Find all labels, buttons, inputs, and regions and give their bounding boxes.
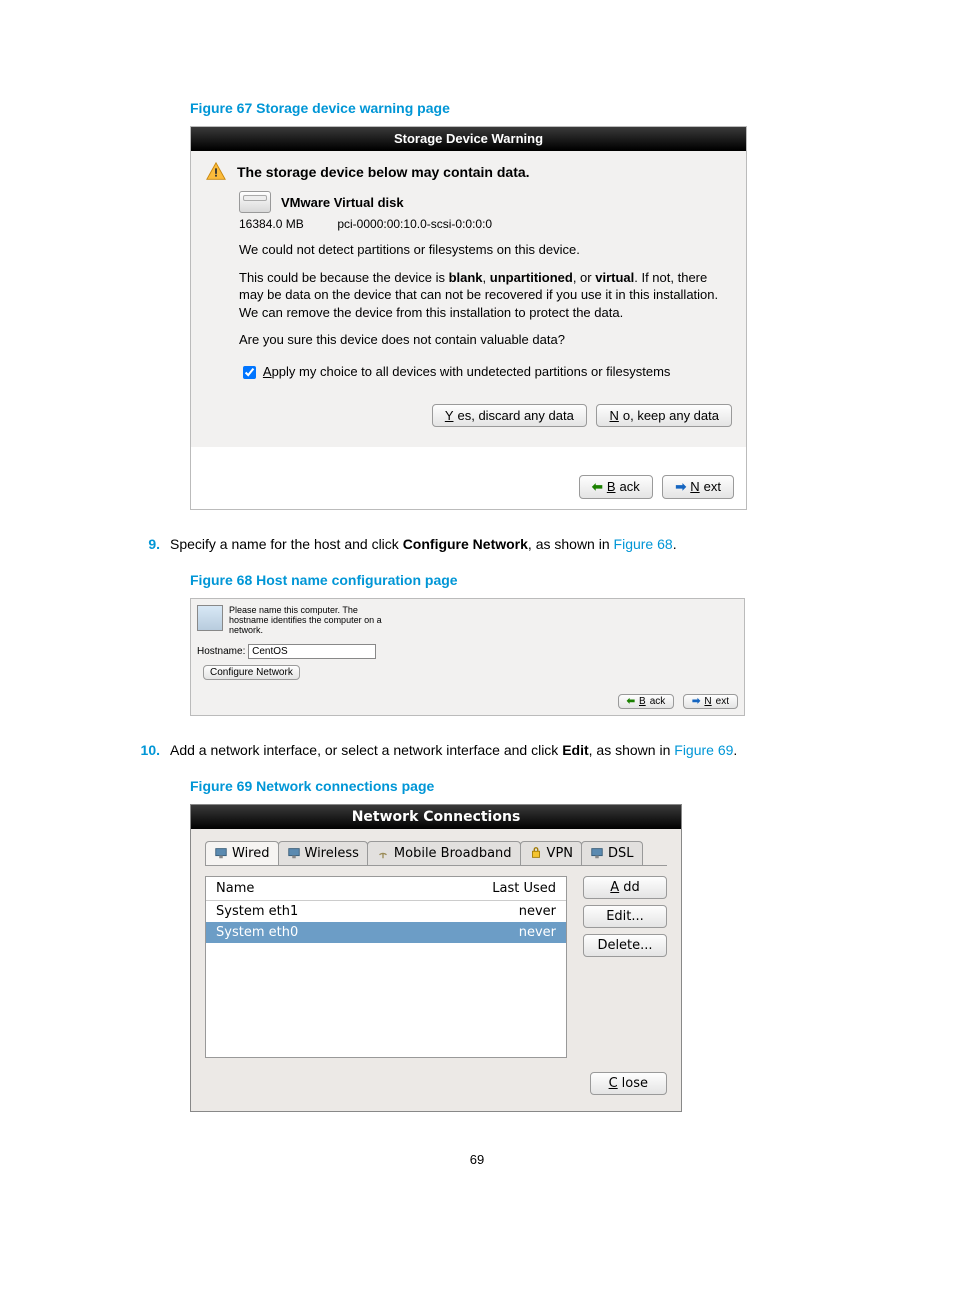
apply-all-checkbox[interactable] <box>243 366 256 379</box>
col-last: Last Used <box>456 877 566 900</box>
hostname-input[interactable] <box>248 644 376 659</box>
vpn-icon <box>529 846 543 860</box>
step-10: 10. Add a network interface, or select a… <box>130 742 824 758</box>
hostname-note: Please name this computer. The hostname … <box>229 605 389 636</box>
back-button-f68[interactable]: ⬅ Back <box>618 694 675 709</box>
figure-68-caption: Figure 68 Host name configuration page <box>190 572 824 588</box>
figure-67-caption: Figure 67 Storage device warning page <box>190 100 824 116</box>
list-item[interactable]: System eth1never <box>206 901 566 922</box>
dialog-titlebar: Storage Device Warning <box>191 127 746 151</box>
tab-dsl[interactable]: DSL <box>581 841 643 865</box>
page-number: 69 <box>130 1152 824 1167</box>
warning-para1: We could not detect partitions or filesy… <box>239 241 732 259</box>
arrow-left-icon: ⬅ <box>592 479 603 495</box>
tab-wireless[interactable]: Wireless <box>278 841 368 865</box>
wireless-icon <box>287 846 301 860</box>
col-name: Name <box>206 877 456 900</box>
warning-para3: Are you sure this device does not contai… <box>239 331 732 349</box>
dsl-icon <box>590 846 604 860</box>
storage-warning-dialog: Storage Device Warning The storage devic… <box>190 126 747 510</box>
network-icon <box>197 605 223 631</box>
disk-name: VMware Virtual disk <box>281 195 404 210</box>
disk-icon <box>239 191 271 213</box>
dialog-titlebar: Network Connections <box>191 805 681 829</box>
tabs: Wired Wireless Mobile Broadband VPN DSL <box>205 841 667 866</box>
warning-icon <box>205 161 227 183</box>
figure-69-caption: Figure 69 Network connections page <box>190 778 824 794</box>
disk-path: pci-0000:00:10.0-scsi-0:0:0:0 <box>337 217 492 231</box>
back-button[interactable]: ⬅ Back <box>579 475 653 499</box>
edit-button[interactable]: Edit... <box>583 905 667 928</box>
tab-vpn[interactable]: VPN <box>520 841 582 865</box>
tab-wired[interactable]: Wired <box>205 841 279 865</box>
hostname-config-page: Please name this computer. The hostname … <box>190 598 745 716</box>
network-connections-dialog: Network Connections Wired Wireless Mobil… <box>190 804 682 1112</box>
close-button[interactable]: Close <box>590 1072 667 1095</box>
figure-69-link[interactable]: Figure 69 <box>674 742 733 758</box>
warning-heading: The storage device below may contain dat… <box>237 164 530 180</box>
configure-network-button[interactable]: Configure Network <box>203 665 300 680</box>
next-button[interactable]: ➡ Next <box>662 475 734 499</box>
yes-discard-button[interactable]: Yes, discard any data <box>432 404 587 427</box>
next-button-f68[interactable]: ➡ Next <box>683 694 738 709</box>
delete-button[interactable]: Delete... <box>583 934 667 957</box>
warning-para2: This could be because the device is blan… <box>239 269 732 322</box>
arrow-left-icon: ⬅ <box>627 696 635 707</box>
hostname-label: Hostname: <box>197 646 245 657</box>
arrow-right-icon: ➡ <box>692 696 700 707</box>
list-item[interactable]: System eth0never <box>206 922 566 943</box>
arrow-right-icon: ➡ <box>675 479 686 495</box>
add-button[interactable]: Add <box>583 876 667 899</box>
apply-all-checkbox-row[interactable]: Apply my choice to all devices with unde… <box>239 363 732 382</box>
disk-sub: 16384.0 MB pci-0000:00:10.0-scsi-0:0:0:0 <box>239 217 732 231</box>
disk-size: 16384.0 MB <box>239 217 334 231</box>
tab-mobile[interactable]: Mobile Broadband <box>367 841 521 865</box>
figure-68-link[interactable]: Figure 68 <box>614 536 673 552</box>
no-keep-button[interactable]: No, keep any data <box>596 404 732 427</box>
step-9: 9. Specify a name for the host and click… <box>130 536 824 552</box>
wired-icon <box>214 846 228 860</box>
connection-list[interactable]: Name Last Used System eth1neverSystem et… <box>205 876 567 1058</box>
mobile-icon <box>376 846 390 860</box>
